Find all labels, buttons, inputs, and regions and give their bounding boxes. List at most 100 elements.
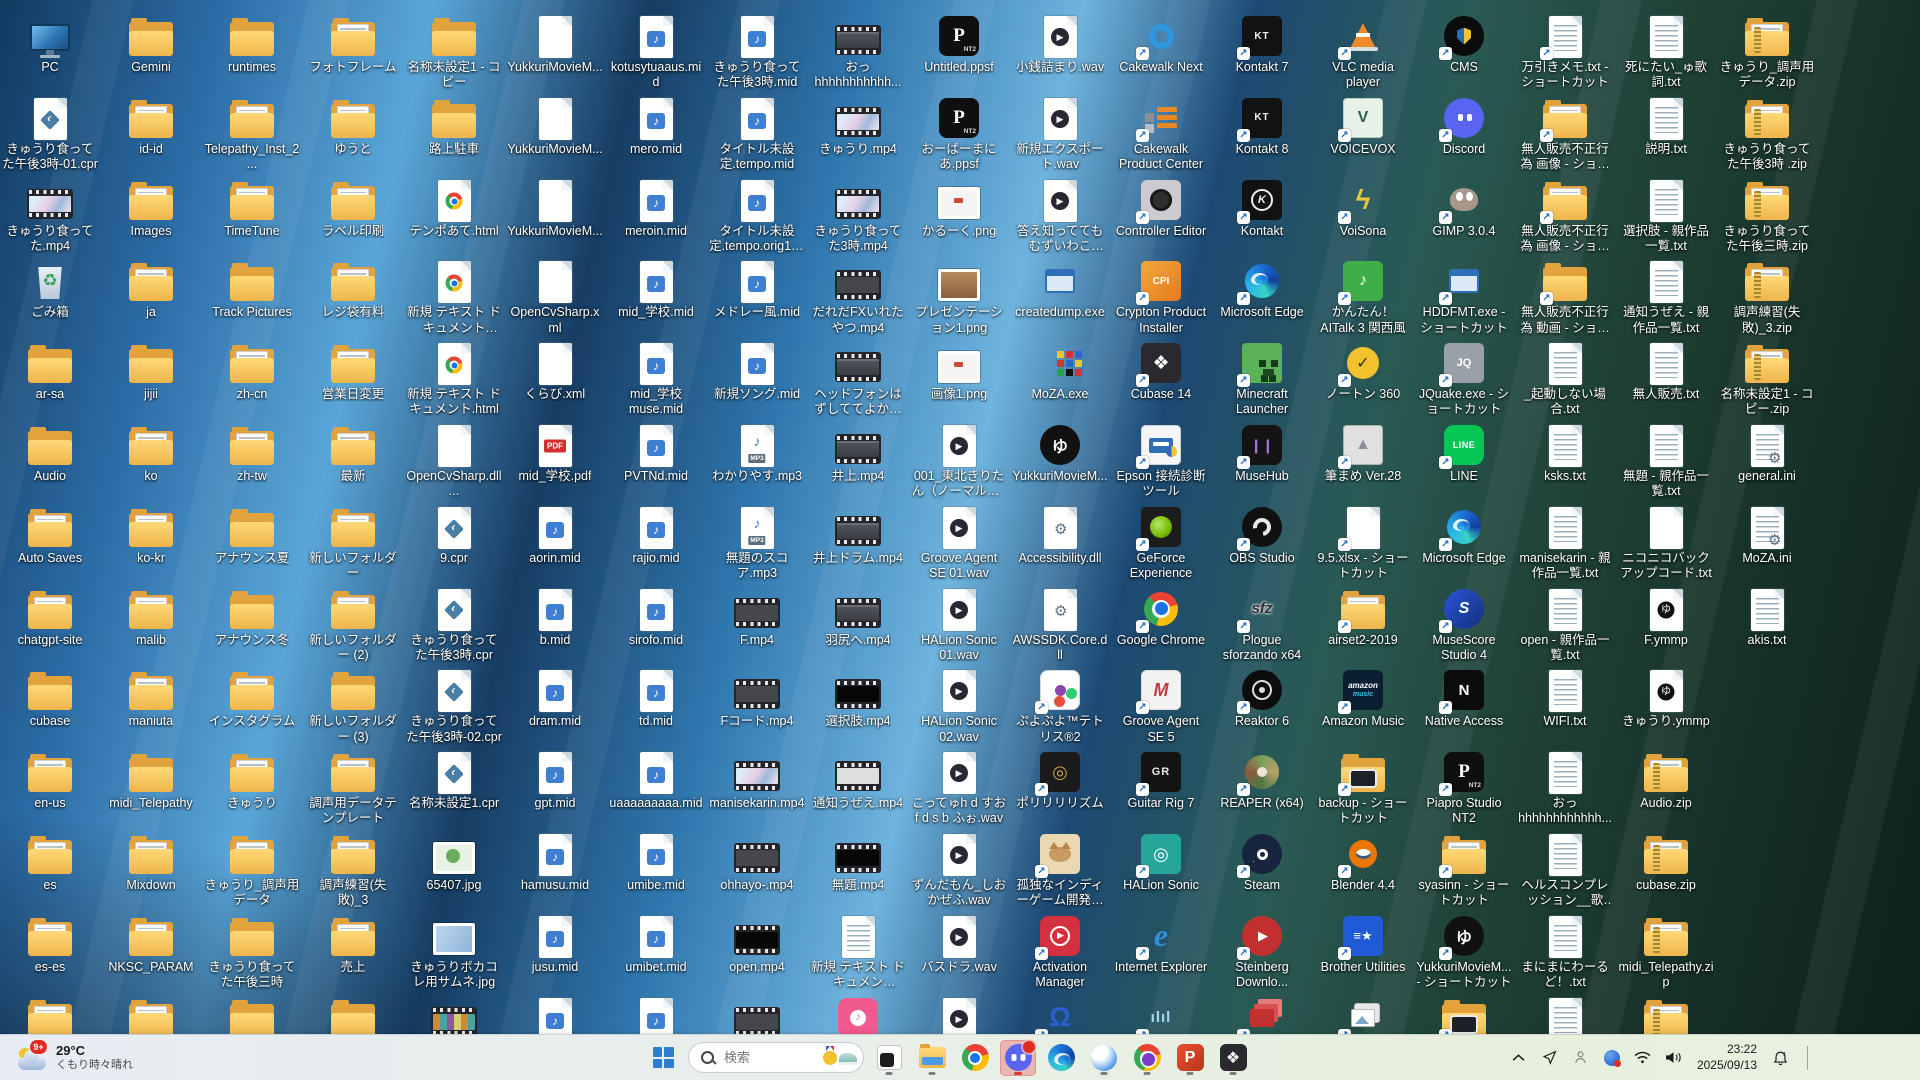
desktop-icon[interactable]: ♪ meroin.mid xyxy=(608,177,704,257)
desktop-icon[interactable]: ↗ ぷよぷよ™テトリス®2 xyxy=(1012,667,1108,747)
desktop-icon[interactable]: ↗ Controller Editor xyxy=(1113,177,1209,257)
desktop-icon[interactable]: ↗ Minecraft Launcher xyxy=(1214,340,1310,420)
desktop-icon[interactable]: 選択肢.mp4 xyxy=(810,667,906,747)
desktop-icon[interactable]: きゅうり食ってた午後3時-01.cpr xyxy=(2,95,98,175)
desktop-icon[interactable]: P NT2 ↗ Piapro Studio NT2 xyxy=(1416,749,1512,829)
desktop-icon[interactable]: zh-cn xyxy=(204,340,300,420)
desktop-icon[interactable]: GR ↗ Guitar Rig 7 xyxy=(1113,749,1209,829)
desktop-icon[interactable]: ▶ こってゅh d すお f d s b ふぉ.wav xyxy=(911,749,1007,829)
desktop-icon[interactable]: ゆ YukkuriMovieM... xyxy=(1012,422,1108,502)
desktop-icon[interactable]: きゅうり_調声用データ xyxy=(204,831,300,911)
desktop-icon[interactable]: ♪ 新規ソング.mid xyxy=(709,340,805,420)
desktop-icon[interactable]: KT ↗ Kontakt 8 xyxy=(1214,95,1310,175)
desktop-icon[interactable]: ♪ umibet.mid xyxy=(608,913,704,993)
desktop-icon[interactable]: Track Pictures xyxy=(204,258,300,338)
desktop-icon[interactable]: Gemini xyxy=(103,13,199,93)
desktop-icon[interactable]: OpenCvSharp.dll... xyxy=(406,422,502,502)
desktop-icon[interactable]: ↗ HDDFMT.exe - ショートカット xyxy=(1416,258,1512,338)
desktop-icon[interactable]: P NT2 おーばーまにあ.ppsf xyxy=(911,95,1007,175)
desktop-icon[interactable]: createdump.exe xyxy=(1012,258,1108,338)
desktop-icon[interactable]: jijii xyxy=(103,340,199,420)
desktop-icon[interactable]: ヘッドフォンはずしててよかっt.mp4 xyxy=(810,340,906,420)
desktop-icon[interactable]: ゆきゅうり.ymmp xyxy=(1618,667,1714,747)
desktop-icon[interactable]: open.mp4 xyxy=(709,913,805,993)
desktop-icon[interactable]: sfz ↗ Plogue sforzando x64 xyxy=(1214,586,1310,666)
desktop-icon[interactable]: おっhhhhhhhhhhhh... xyxy=(1517,749,1613,829)
desktop-icon[interactable]: ⚙ Accessibility.dll xyxy=(1012,504,1108,584)
desktop-icon[interactable]: ↗ Cakewalk Next xyxy=(1113,13,1209,93)
desktop-icon[interactable]: YukkuriMovieM... xyxy=(507,13,603,93)
desktop-icon[interactable]: zh-tw xyxy=(204,422,300,502)
desktop-icon[interactable]: ↗ Blender 4.4 xyxy=(1315,831,1411,911)
desktop-icon[interactable]: es-es xyxy=(2,913,98,993)
pinned-edge[interactable] xyxy=(1043,1040,1079,1076)
desktop-icon[interactable]: ▶ バスドラ.wav xyxy=(911,913,1007,993)
desktop-icon[interactable]: ↗ VLC media player xyxy=(1315,13,1411,93)
desktop-icon[interactable]: 羽尻へ.mp4 xyxy=(810,586,906,666)
desktop-icon[interactable]: PC xyxy=(2,13,98,93)
desktop-icon[interactable]: ♪ ↗ かんたん！ AITalk 3 関西風 xyxy=(1315,258,1411,338)
desktop-icon[interactable]: 選択肢 - 親作品一覧.txt xyxy=(1618,177,1714,257)
desktop-icon[interactable]: F.mp4 xyxy=(709,586,805,666)
desktop-icon[interactable]: ↗ syasinn - ショートカット xyxy=(1416,831,1512,911)
desktop-icon[interactable]: アナウンス冬 xyxy=(204,586,300,666)
desktop-icon[interactable]: JQ ↗ JQuake.exe - ショートカット xyxy=(1416,340,1512,420)
desktop-icon[interactable]: おっhhhhhhhhhhh... xyxy=(810,13,906,93)
desktop-icon[interactable]: ✓ ↗ ノートン 360 xyxy=(1315,340,1411,420)
desktop-icon[interactable]: 65407.jpg xyxy=(406,831,502,911)
desktop-icon[interactable]: open - 親作品一覧.txt xyxy=(1517,586,1613,666)
desktop-icon[interactable]: 名称未設定1 - コピー.zip xyxy=(1719,340,1815,420)
pinned-app-photos[interactable] xyxy=(871,1040,907,1076)
desktop-icon[interactable]: ♪ タイトル未設定.tempo.mid xyxy=(709,95,805,175)
desktop-icon[interactable]: 調声練習(失敗)_3.zip xyxy=(1719,258,1815,338)
desktop-icon[interactable]: es xyxy=(2,831,98,911)
desktop-icon[interactable]: ↗ airset2-2019 xyxy=(1315,586,1411,666)
desktop-icon[interactable]: K ↗ Kontakt xyxy=(1214,177,1310,257)
pinned-powerpoint[interactable]: P xyxy=(1172,1040,1208,1076)
desktop-icon[interactable]: S ↗ MuseScore Studio 4 xyxy=(1416,586,1512,666)
desktop-icon[interactable]: だれだFXいれたやつ.mp4 xyxy=(810,258,906,338)
desktop-icon[interactable]: ▶ 新規エクスポート.wav xyxy=(1012,95,1108,175)
desktop-icon[interactable]: YukkuriMovieM... xyxy=(507,95,603,175)
desktop-icon[interactable]: きゅうり.mp4 xyxy=(810,95,906,175)
desktop-icon[interactable]: ♪ gpt.mid xyxy=(507,749,603,829)
pen-location-icon[interactable] xyxy=(1538,1043,1562,1073)
desktop-icon[interactable]: 9.cpr xyxy=(406,504,502,584)
clock[interactable]: 23:22 2025/09/13 xyxy=(1693,1042,1761,1073)
desktop-icon[interactable]: きゅうりボカコレ用サムネ.jpg xyxy=(406,913,502,993)
desktop-icon[interactable]: akis.txt xyxy=(1719,586,1815,666)
desktop-icon[interactable]: ♪タイトル未設定.tempo.orig1.mid xyxy=(709,177,805,257)
desktop-icon[interactable]: ↗ Microsoft Edge xyxy=(1416,504,1512,584)
desktop-icon[interactable]: ニコニコバックアップコード.txt xyxy=(1618,504,1714,584)
desktop-icon[interactable]: 死にたい_ゅ歌詞.txt xyxy=(1618,13,1714,93)
desktop-icon[interactable]: ♪ hamusu.mid xyxy=(507,831,603,911)
desktop-icon[interactable]: ゆ ↗ YukkuriMovieM... - ショートカット xyxy=(1416,913,1512,993)
desktop-icon[interactable]: ♪ jusu.mid xyxy=(507,913,603,993)
desktop-icon[interactable]: ♪ kotusytuaaus.mid xyxy=(608,13,704,93)
desktop-icon[interactable]: Auto Saves xyxy=(2,504,98,584)
desktop-icon[interactable]: ▶答え知っててもむずいわこれ.wav xyxy=(1012,177,1108,257)
desktop-icon[interactable]: Audio xyxy=(2,422,98,502)
desktop-icon[interactable]: ▶ ↗ Activation Manager xyxy=(1012,913,1108,993)
tray-app-blue-icon[interactable] xyxy=(1600,1043,1624,1073)
desktop-icon[interactable]: ♪ uaaaaaaaaa.mid xyxy=(608,749,704,829)
desktop-icon[interactable]: フォトフレーム xyxy=(305,13,401,93)
desktop-icon[interactable]: テンポあて.html xyxy=(406,177,502,257)
hidden-icons-chevron[interactable] xyxy=(1507,1043,1531,1073)
accessibility-person-icon[interactable] xyxy=(1569,1043,1593,1073)
desktop-icon[interactable]: 最新 xyxy=(305,422,401,502)
desktop-icon[interactable]: M ↗ Groove Agent SE 5 xyxy=(1113,667,1209,747)
desktop-icon[interactable]: 名称未設定1 - コピー xyxy=(406,13,502,93)
desktop-icon[interactable]: ohhayo-.mp4 xyxy=(709,831,805,911)
desktop-icon[interactable]: ↗ REAPER (x64) xyxy=(1214,749,1310,829)
desktop-icon[interactable]: V ↗ VOICEVOX xyxy=(1315,95,1411,175)
pinned-chrome[interactable] xyxy=(957,1040,993,1076)
desktop-icon[interactable]: 新しいフォルダー (2) xyxy=(305,586,401,666)
desktop-icon[interactable]: きゅうり食ってた午後3時-02.cpr xyxy=(406,667,502,747)
desktop-icon[interactable]: ↗ Cakewalk Product Center xyxy=(1113,95,1209,175)
desktop-icon[interactable]: ♪ td.mid xyxy=(608,667,704,747)
desktop-icon[interactable]: MoZA.exe xyxy=(1012,340,1108,420)
show-desktop-divider[interactable] xyxy=(1807,1045,1808,1070)
volume-icon[interactable] xyxy=(1662,1043,1686,1073)
desktop-icon[interactable]: ♪ きゅうり食ってた午後3時.mid xyxy=(709,13,805,93)
